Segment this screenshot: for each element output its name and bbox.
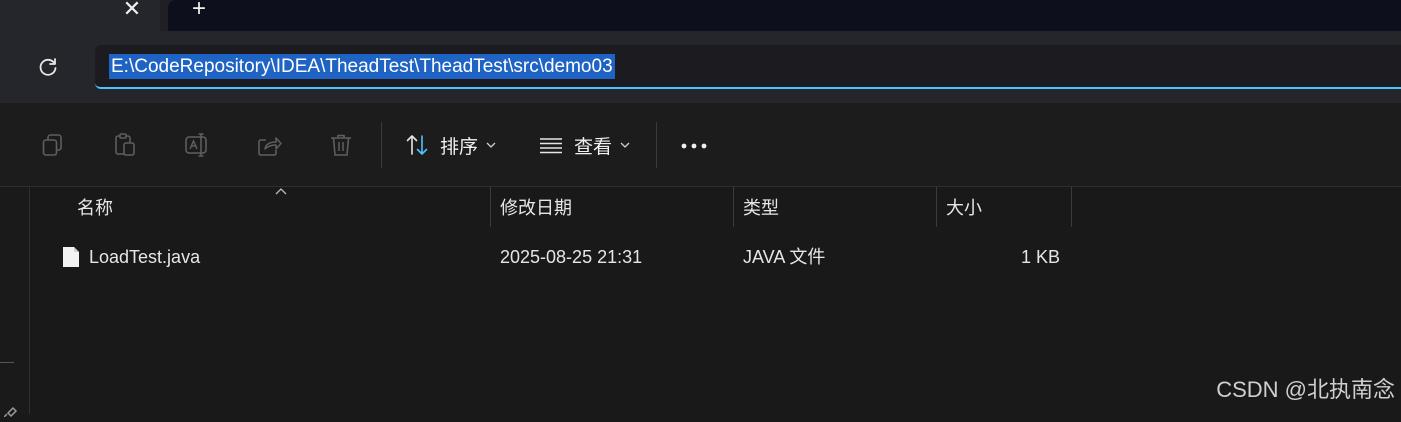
paste-icon[interactable]: [112, 132, 138, 158]
delete-icon[interactable]: [328, 132, 354, 158]
watermark: CSDN @北执南念: [1216, 377, 1395, 402]
active-tab[interactable]: ✕: [0, 0, 160, 31]
close-tab-icon[interactable]: ✕: [120, 0, 144, 22]
navigation-pane[interactable]: [0, 187, 30, 418]
pane-divider: [0, 362, 14, 363]
share-icon[interactable]: [256, 132, 282, 158]
column-header-type[interactable]: 类型: [743, 187, 779, 227]
pin-icon[interactable]: [3, 401, 20, 418]
navigation-bar: E:\CodeRepository\IDEA\TheadTest\TheadTe…: [0, 31, 1401, 103]
column-header-size[interactable]: 大小: [946, 187, 982, 227]
file-size: 1 KB: [1020, 247, 1060, 267]
file-icon: [62, 246, 80, 268]
column-header-name[interactable]: 名称: [77, 187, 113, 227]
view-icon: [540, 138, 562, 154]
file-type: JAVA 文件: [743, 247, 826, 267]
column-header-row: 名称 修改日期 类型 大小: [30, 187, 1401, 227]
address-bar[interactable]: E:\CodeRepository\IDEA\TheadTest\TheadTe…: [95, 45, 1401, 89]
more-options-icon[interactable]: [680, 139, 708, 151]
column-divider[interactable]: [1071, 187, 1072, 227]
rename-icon[interactable]: [184, 132, 210, 158]
column-header-date-modified[interactable]: 修改日期: [500, 187, 572, 227]
sort-icon: [406, 135, 428, 155]
copy-icon[interactable]: [40, 132, 66, 158]
column-divider[interactable]: [490, 187, 491, 227]
sort-label: 排序: [440, 136, 479, 158]
file-name[interactable]: LoadTest.java: [89, 237, 200, 277]
file-row[interactable]: LoadTest.java 2025-08-25 21:31 JAVA 文件 1…: [30, 237, 1401, 277]
toolbar-divider: [381, 122, 382, 168]
chevron-down-icon: [486, 142, 496, 148]
sort-ascending-icon: [274, 184, 288, 195]
view-label: 查看: [574, 136, 613, 158]
file-date-modified: 2025-08-25 21:31: [500, 247, 643, 267]
new-tab-icon[interactable]: +: [186, 0, 212, 23]
view-button[interactable]: 查看: [538, 127, 630, 163]
command-bar: 排序 查看: [0, 103, 1401, 187]
refresh-icon[interactable]: [36, 55, 60, 79]
column-divider[interactable]: [733, 187, 734, 227]
tab-strip: ✕ +: [0, 0, 1401, 31]
toolbar-divider: [656, 122, 657, 168]
chevron-down-icon: [620, 142, 630, 148]
tab-strip-background: [168, 0, 1401, 31]
sort-button[interactable]: 排序: [404, 127, 496, 163]
address-path[interactable]: E:\CodeRepository\IDEA\TheadTest\TheadTe…: [109, 54, 615, 79]
column-divider[interactable]: [936, 187, 937, 227]
